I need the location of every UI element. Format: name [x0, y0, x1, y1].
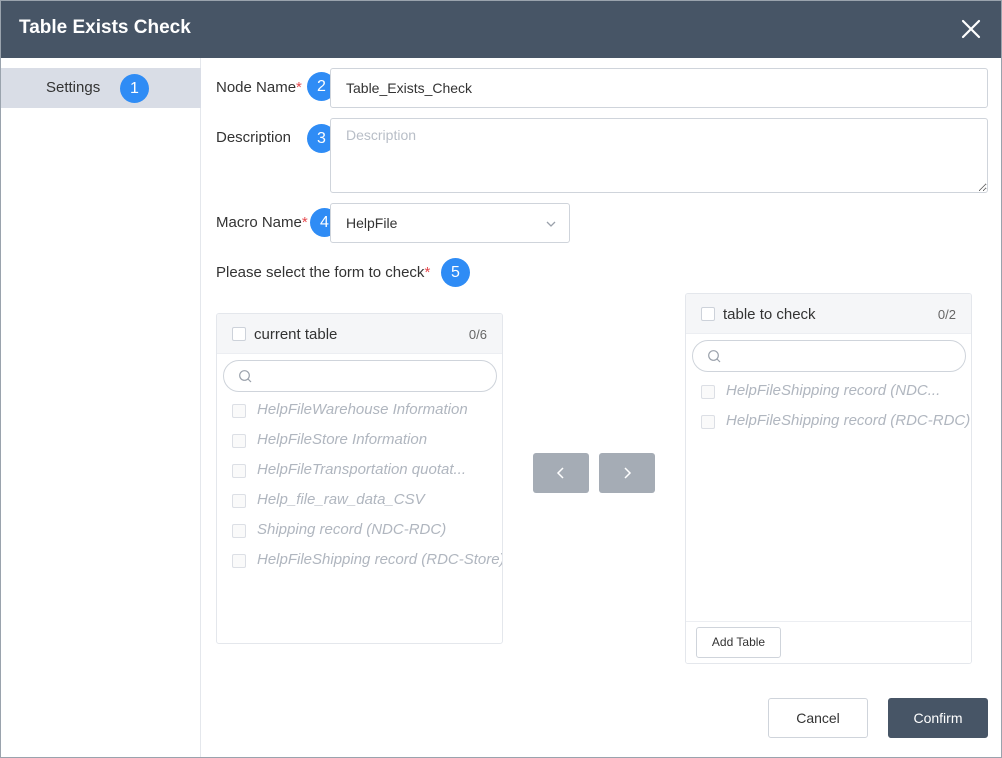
table-exists-check-dialog: Table Exists Check Settings 1 Node Name*…	[0, 0, 1002, 758]
sidebar: Settings 1	[1, 58, 201, 757]
macro-name-value: HelpFile	[346, 215, 398, 231]
cancel-button[interactable]: Cancel	[768, 698, 868, 738]
table-to-check-footer: Add Table	[686, 621, 971, 663]
step-badge-5: 5	[441, 258, 470, 287]
table-to-check-select-all-checkbox[interactable]	[701, 307, 715, 321]
table-to-check-header: table to check 0/2	[686, 294, 971, 334]
form-select-label: Please select the form to check*	[216, 264, 430, 281]
list-item[interactable]: HelpFileStore Information	[217, 426, 502, 456]
item-label: Shipping record (NDC-RDC)	[257, 521, 447, 538]
sidebar-item-label: Settings	[46, 79, 101, 96]
item-label: HelpFileTransportation quotat...	[257, 461, 466, 478]
current-table-title: current table	[254, 326, 338, 343]
macro-name-select[interactable]: HelpFile	[330, 203, 570, 243]
dialog-titlebar: Table Exists Check	[1, 1, 1001, 58]
list-item[interactable]: HelpFileTransportation quotat...	[217, 456, 502, 486]
list-item[interactable]: Shipping record (NDC-RDC)	[217, 516, 502, 546]
item-checkbox[interactable]	[232, 464, 246, 478]
search-icon	[239, 370, 252, 383]
transfer-left-button[interactable]	[533, 453, 589, 493]
item-label: HelpFileShipping record (RDC-Store)	[257, 551, 503, 568]
current-table-search-input[interactable]	[223, 360, 497, 392]
macro-name-label-text: Macro Name	[216, 214, 302, 231]
item-checkbox[interactable]	[232, 554, 246, 568]
description-textarea[interactable]	[330, 118, 988, 193]
node-name-label: Node Name*	[216, 79, 302, 96]
item-checkbox[interactable]	[232, 524, 246, 538]
confirm-button[interactable]: Confirm	[888, 698, 988, 738]
item-checkbox[interactable]	[701, 415, 715, 429]
list-item[interactable]: HelpFileShipping record (RDC-RDC)	[686, 407, 971, 437]
chevron-down-icon	[546, 221, 556, 227]
add-table-button[interactable]: Add Table	[696, 627, 781, 658]
current-table-header: current table 0/6	[217, 314, 502, 354]
item-label: Help_file_raw_data_CSV	[257, 491, 425, 508]
item-label: HelpFileStore Information	[257, 431, 428, 448]
search-icon	[708, 350, 721, 363]
form-select-label-text: Please select the form to check	[216, 264, 425, 281]
table-to-check-count: 0/2	[937, 307, 956, 322]
list-item[interactable]: HelpFileWarehouse Information	[217, 396, 502, 426]
table-to-check-search-input[interactable]	[692, 340, 966, 372]
item-label: HelpFileShipping record (RDC-RDC)	[726, 412, 971, 429]
step-badge-1: 1	[120, 74, 149, 103]
chevron-left-icon	[556, 467, 564, 479]
item-checkbox[interactable]	[701, 385, 715, 399]
item-label: HelpFileShipping record (NDC...	[726, 382, 941, 399]
current-table-count: 0/6	[468, 327, 487, 342]
list-item[interactable]: Help_file_raw_data_CSV	[217, 486, 502, 516]
dialog-title: Table Exists Check	[19, 17, 191, 38]
sidebar-item-settings[interactable]: Settings 1	[1, 68, 201, 108]
list-item[interactable]: HelpFileShipping record (NDC...	[686, 377, 971, 407]
close-icon[interactable]	[959, 17, 983, 41]
description-label: Description	[216, 129, 292, 146]
item-checkbox[interactable]	[232, 494, 246, 508]
node-name-label-text: Node Name	[216, 79, 297, 96]
node-name-input[interactable]	[330, 68, 988, 108]
table-to-check-title: table to check	[723, 306, 816, 323]
item-label: HelpFileWarehouse Information	[257, 401, 468, 418]
list-item[interactable]: HelpFileShipping record (RDC-Store)	[217, 546, 502, 576]
item-checkbox[interactable]	[232, 404, 246, 418]
table-to-check-panel: table to check 0/2 HelpFileShipping reco…	[685, 293, 972, 664]
current-table-panel: current table 0/6 HelpFileWarehouse Info…	[216, 313, 503, 644]
required-mark: *	[424, 264, 431, 281]
macro-name-label: Macro Name*	[216, 214, 308, 231]
chevron-right-icon	[624, 467, 632, 479]
current-table-select-all-checkbox[interactable]	[232, 327, 246, 341]
required-mark: *	[296, 79, 302, 96]
transfer-right-button[interactable]	[599, 453, 655, 493]
required-mark: *	[301, 214, 308, 231]
item-checkbox[interactable]	[232, 434, 246, 448]
